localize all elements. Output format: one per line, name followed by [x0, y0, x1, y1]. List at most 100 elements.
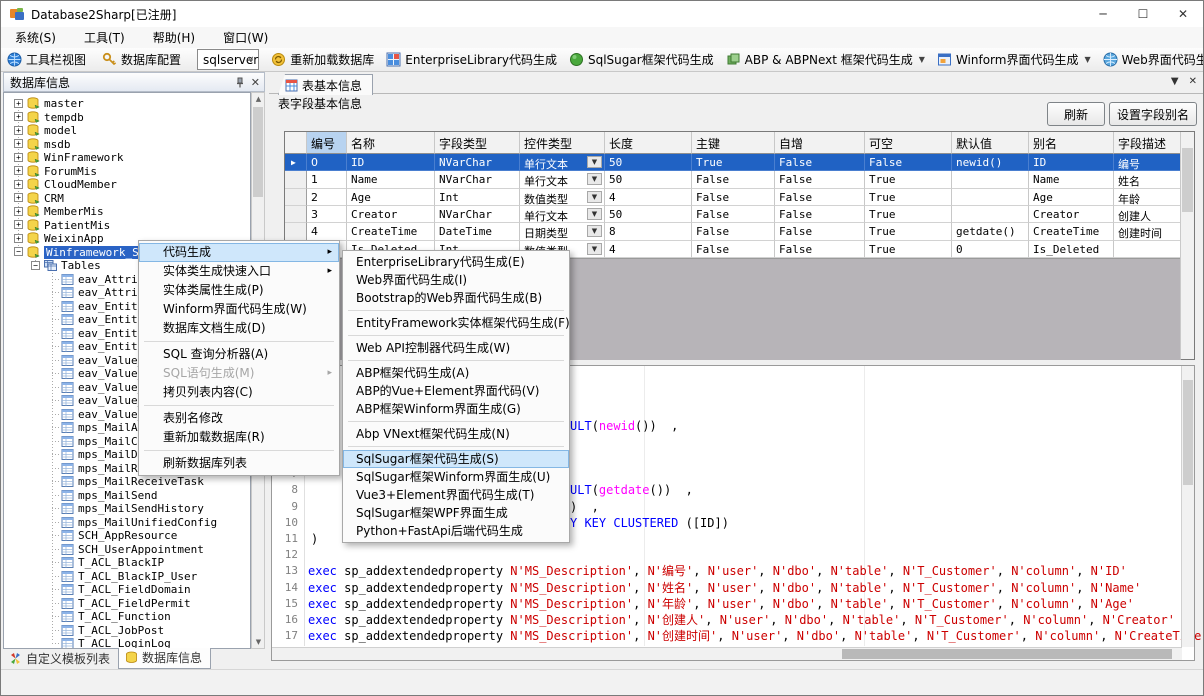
code-line-14[interactable]: exec sp_addextendedproperty N'MS_Descrip… [308, 580, 1141, 596]
winform-codegen-button[interactable]: Winform界面代码生成 ▼ [931, 49, 1097, 71]
cell-控件类型[interactable]: 数值类型▼ [520, 189, 605, 206]
tree-item-T_ACL_FieldPermit[interactable]: T_ACL_FieldPermit [4, 597, 250, 611]
column-header-主键[interactable]: 主键 [692, 132, 775, 154]
menu-item-EnterpriseLibrary代码生成(E)[interactable]: EnterpriseLibrary代码生成(E) [343, 253, 569, 271]
tree-item-label[interactable]: eav_Attrib [78, 286, 144, 299]
cell-字段描述[interactable]: 创建人 [1114, 206, 1182, 223]
cell-自增[interactable]: False [775, 189, 865, 206]
tree-item-label[interactable]: WeixinApp [44, 232, 104, 245]
cell-自增[interactable]: False [775, 171, 865, 188]
scroll-down-icon[interactable]: ▼ [254, 638, 263, 646]
cell-自增[interactable]: False [775, 206, 865, 223]
cell-字段类型[interactable]: NVarChar [435, 171, 520, 188]
cell-默认值[interactable] [952, 171, 1029, 188]
cell-名称[interactable]: Name [347, 171, 435, 188]
editor-vscrollbar[interactable] [1181, 366, 1194, 647]
menu-item-表别名修改[interactable]: 表别名修改 [139, 409, 339, 428]
tree-item-label[interactable]: T_ACL_FieldPermit [78, 597, 191, 610]
cell-长度[interactable]: 8 [605, 223, 692, 240]
cell-默认值[interactable]: 0 [952, 241, 1029, 258]
cell-别名[interactable]: Is_Deleted [1029, 241, 1114, 258]
tree-item-label[interactable]: SCH_UserAppointment [78, 543, 204, 556]
code-line-11[interactable]: ) [311, 531, 318, 547]
tree-item-label[interactable]: mps_MailReceiveTask [78, 475, 204, 488]
cell-编号[interactable]: 0 [307, 154, 347, 171]
scroll-up-icon[interactable]: ▲ [254, 95, 263, 103]
tree-item-mps_MailReceiveTask[interactable]: mps_MailReceiveTask [4, 475, 250, 489]
row-selector[interactable] [285, 189, 307, 206]
menu-item-重新加载数据库(R)[interactable]: 重新加载数据库(R) [139, 428, 339, 447]
select-all-header[interactable] [285, 132, 307, 154]
tree-item-label[interactable]: T_ACL_JobPost [78, 624, 164, 637]
tree-item-label[interactable]: CRM [44, 192, 64, 205]
cell-别名[interactable]: Creator [1029, 206, 1114, 223]
menu-system[interactable]: 系统(S) [1, 27, 70, 48]
sqlsugar-codegen-button[interactable]: SqlSugar框架代码生成 [563, 49, 720, 71]
cell-别名[interactable]: ID [1029, 154, 1114, 171]
tree-item-mps_MailSend[interactable]: mps_MailSend [4, 489, 250, 503]
chevron-down-icon[interactable]: ▼ [587, 208, 602, 220]
set-field-alias-button[interactable]: 设置字段别名 [1109, 102, 1197, 126]
scrollbar-thumb[interactable] [1183, 380, 1193, 485]
database-type-select[interactable]: sqlserver ∨ [197, 49, 259, 70]
scrollbar-thumb[interactable] [842, 649, 1172, 659]
code-line-15[interactable]: exec sp_addextendedproperty N'MS_Descrip… [308, 596, 1134, 612]
cell-别名[interactable]: Name [1029, 171, 1114, 188]
pin-icon[interactable] [235, 77, 245, 88]
cell-可空[interactable]: True [865, 241, 952, 258]
tree-item-label[interactable]: PatientMis [44, 219, 110, 232]
cell-长度[interactable]: 50 [605, 206, 692, 223]
cell-字段描述[interactable]: 姓名 [1114, 171, 1182, 188]
grid-scrollbar[interactable] [1180, 132, 1194, 359]
expand-icon[interactable]: + [14, 139, 23, 148]
chevron-down-icon[interactable]: ▼ [587, 156, 602, 168]
chevron-down-icon[interactable]: ▼ [587, 243, 602, 255]
expand-icon[interactable]: + [14, 220, 23, 229]
row-selector[interactable] [285, 206, 307, 223]
column-header-名称[interactable]: 名称 [347, 132, 435, 154]
tree-item-T_ACL_Function[interactable]: T_ACL_Function [4, 610, 250, 624]
cell-控件类型[interactable]: 单行文本▼ [520, 171, 605, 188]
menu-item-代码生成[interactable]: 代码生成▸ [139, 243, 339, 262]
cell-字段类型[interactable]: Int [435, 189, 520, 206]
tab-close-icon[interactable]: ✕ [1189, 76, 1197, 87]
menu-item-ABP的Vue+Element界面代码(V)[interactable]: ABP的Vue+Element界面代码(V) [343, 382, 569, 400]
tree-item-label[interactable]: T_ACL_Function [78, 610, 171, 623]
refresh-button[interactable]: 刷新 [1047, 102, 1105, 126]
cell-长度[interactable]: 4 [605, 241, 692, 258]
menu-item-数据库文档生成(D)[interactable]: 数据库文档生成(D) [139, 319, 339, 338]
cell-字段描述[interactable]: 年龄 [1114, 189, 1182, 206]
database-config-button[interactable]: 数据库配置 [96, 49, 187, 71]
collapse-icon[interactable]: − [14, 247, 23, 256]
chevron-down-icon[interactable]: ▼ [587, 225, 602, 237]
maximize-button[interactable]: ☐ [1123, 1, 1163, 27]
cell-控件类型[interactable]: 单行文本▼ [520, 206, 605, 223]
tree-item-label[interactable]: T_ACL_FieldDomain [78, 583, 191, 596]
tree-item-label[interactable]: eav_Entity [78, 300, 144, 313]
menu-item-Web API控制器代码生成(W)[interactable]: Web API控制器代码生成(W) [343, 339, 569, 357]
tree-item-T_ACL_BlackIP_User[interactable]: T_ACL_BlackIP_User [4, 570, 250, 584]
tree-item-label[interactable]: CloudMember [44, 178, 117, 191]
tree-item-label[interactable]: eav_Value_ [78, 381, 144, 394]
panel-close-icon[interactable]: ✕ [251, 76, 260, 89]
tree-item-label[interactable]: mps_MailRe [78, 462, 144, 475]
column-header-控件类型[interactable]: 控件类型 [520, 132, 605, 154]
tree-item-label[interactable]: Tables [61, 259, 101, 272]
expand-icon[interactable]: + [14, 112, 23, 121]
menu-item-Winform界面代码生成(W)[interactable]: Winform界面代码生成(W) [139, 300, 339, 319]
cell-默认值[interactable] [952, 206, 1029, 223]
cell-名称[interactable]: CreateTime [347, 223, 435, 240]
tree-item-CRM[interactable]: + CRM [4, 192, 250, 206]
menu-item-实体类生成快速入口[interactable]: 实体类生成快速入口▸ [139, 262, 339, 281]
menu-item-ABP框架Winform界面生成(G)[interactable]: ABP框架Winform界面生成(G) [343, 400, 569, 418]
tree-item-label[interactable]: master [44, 97, 84, 110]
tab-table-basic-info[interactable]: 表基本信息 [278, 74, 373, 95]
tree-item-mps_MailSendHistory[interactable]: mps_MailSendHistory [4, 502, 250, 516]
code-line-16[interactable]: exec sp_addextendedproperty N'MS_Descrip… [308, 612, 1175, 628]
menu-item-SqlSugar框架WPF界面生成[interactable]: SqlSugar框架WPF界面生成 [343, 504, 569, 522]
tab-list-chevron-icon[interactable]: ▼ [1171, 76, 1179, 87]
tree-item-label[interactable]: SCH_AppResource [78, 529, 177, 542]
cell-编号[interactable]: 4 [307, 223, 347, 240]
expand-icon[interactable]: + [14, 193, 23, 202]
tree-item-label[interactable]: eav_Entity [78, 313, 144, 326]
